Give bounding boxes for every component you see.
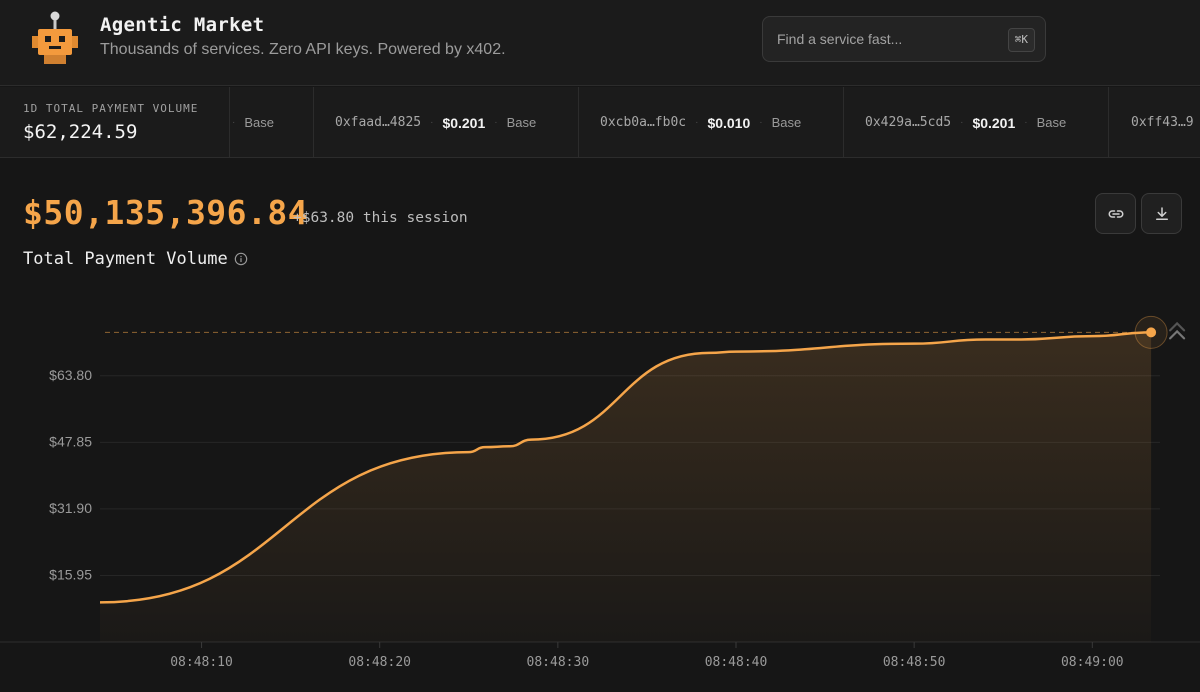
chart-area-fill: [100, 332, 1152, 642]
ticker-address: 0xfaad…4825: [335, 115, 422, 130]
ticker-address: 0xcb0a…fb0c: [600, 115, 687, 130]
ticker-address: 0x429a…5cd5: [865, 115, 952, 130]
ticker-price: $0.201: [972, 114, 1016, 131]
y-tick-label: $15.95: [49, 566, 92, 582]
chevron-up-icon: [1168, 321, 1186, 332]
total-payment-volume-value: $50,135,396.84: [23, 193, 309, 232]
ticker-item[interactable]: · Base: [232, 87, 274, 157]
robot-logo-icon: [32, 11, 78, 64]
current-point: [1146, 327, 1157, 338]
total-volume-value: $62,224.59: [23, 121, 138, 143]
ticker-item[interactable]: 0xcb0a…fb0c · $0.010 · Base: [600, 87, 802, 157]
ticker-network: Base: [244, 115, 274, 130]
y-tick-label: $47.85: [49, 433, 92, 449]
y-tick-label: $63.80: [49, 367, 92, 383]
chart-title: Total Payment Volume: [23, 249, 248, 269]
search-shortcut-badge: ⌘K: [1007, 28, 1035, 52]
payment-ticker: 1D TOTAL PAYMENT VOLUME $62,224.59 · Bas…: [0, 87, 1200, 158]
app-header: Agentic Market Thousands of services. Ze…: [0, 0, 1200, 86]
divider: [1108, 87, 1109, 157]
total-volume-label: 1D TOTAL PAYMENT VOLUME: [23, 102, 199, 115]
x-tick-label: 08:48:10: [170, 655, 233, 670]
x-tick-label: 08:48:30: [527, 655, 590, 670]
app-title: Agentic Market: [100, 14, 265, 36]
ticker-network: Base: [506, 115, 537, 130]
divider: [843, 87, 844, 157]
search-input[interactable]: Find a service fast... ⌘K: [762, 16, 1046, 62]
ticker-price: $0.201: [442, 114, 486, 131]
app-subtitle: Thousands of services. Zero API keys. Po…: [100, 41, 506, 58]
ticker-item[interactable]: 0x429a…5cd5 · $0.201 · Base: [865, 87, 1067, 157]
copy-link-button[interactable]: [1095, 193, 1136, 234]
divider: [578, 87, 579, 157]
x-tick-label: 08:48:20: [348, 655, 411, 670]
y-tick-label: $31.90: [49, 500, 92, 516]
ticker-network: Base: [1036, 115, 1067, 130]
divider: [313, 87, 314, 157]
ticker-network: Base: [771, 115, 802, 130]
session-delta: +$63.80 this session: [293, 210, 468, 226]
chart-canvas: $63.80 $47.85 $31.90 $15.95 08:48:10 08:48:20…: [0, 315, 1200, 670]
chart-title-label: Total Payment Volume: [23, 249, 228, 269]
payment-volume-chart: $63.80 $47.85 $31.90 $15.95 08:48:10 08:48:20…: [0, 280, 1200, 692]
divider: [229, 87, 230, 157]
ticker-address: 0xff43…9: [1131, 115, 1194, 130]
ticker-price: $0.010: [707, 114, 751, 131]
search-placeholder: Find a service fast...: [777, 31, 903, 47]
ticker-item[interactable]: 0xff43…9: [1131, 87, 1194, 157]
info-icon[interactable]: [234, 252, 248, 266]
link-icon: [1108, 209, 1123, 218]
ticker-item[interactable]: 0xfaad…4825 · $0.201 · Base: [335, 87, 537, 157]
download-icon: [1155, 206, 1168, 220]
download-button[interactable]: [1141, 193, 1182, 234]
x-tick-label: 08:49:00: [1061, 655, 1124, 670]
x-tick-label: 08:48:50: [883, 655, 946, 670]
chevron-up-icon: [1168, 329, 1186, 340]
x-tick-label: 08:48:40: [705, 655, 768, 670]
